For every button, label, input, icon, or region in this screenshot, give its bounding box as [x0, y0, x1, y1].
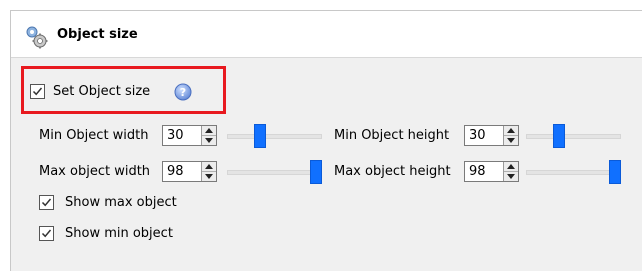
max-height-label: Max object height [334, 164, 451, 179]
up-arrow-icon [507, 128, 515, 133]
increment-button[interactable] [202, 126, 216, 136]
set-object-size-label: Set Object size [53, 84, 151, 99]
show-min-object-label: Show min object [65, 226, 173, 241]
min-height-label: Min Object height [334, 128, 450, 143]
slider-thumb[interactable] [310, 160, 322, 184]
decrement-button[interactable] [202, 136, 216, 145]
spin-buttons [201, 162, 216, 181]
panel-header: Object size [11, 11, 642, 58]
spin-buttons [503, 162, 518, 181]
spin-buttons [201, 126, 216, 145]
check-icon [41, 229, 52, 238]
set-object-size-checkbox[interactable] [30, 84, 45, 99]
check-icon [32, 87, 43, 96]
show-max-object-label: Show max object [65, 195, 177, 210]
max-height-spinbox[interactable]: 98 [464, 161, 519, 182]
min-width-slider[interactable] [227, 124, 322, 148]
down-arrow-icon [205, 138, 213, 143]
down-arrow-icon [507, 138, 515, 143]
show-min-object-checkbox[interactable] [39, 226, 54, 241]
min-height-slider[interactable] [526, 124, 621, 148]
max-width-spinbox[interactable]: 98 [162, 161, 217, 182]
help-icon[interactable]: ? [174, 83, 192, 101]
min-height-value: 30 [469, 128, 486, 143]
increment-button[interactable] [504, 162, 518, 172]
max-width-value: 98 [167, 164, 184, 179]
max-width-slider[interactable] [227, 160, 322, 184]
increment-button[interactable] [504, 126, 518, 136]
slider-thumb[interactable] [254, 124, 266, 148]
check-icon [41, 198, 52, 207]
down-arrow-icon [205, 174, 213, 179]
up-arrow-icon [205, 164, 213, 169]
svg-text:?: ? [180, 86, 186, 99]
slider-track [227, 134, 322, 139]
increment-button[interactable] [202, 162, 216, 172]
slider-track [526, 170, 621, 175]
gear-icon [26, 26, 48, 49]
min-height-spinbox[interactable]: 30 [464, 125, 519, 146]
slider-track [227, 170, 322, 175]
spin-buttons [503, 126, 518, 145]
slider-thumb[interactable] [609, 160, 621, 184]
max-height-value: 98 [469, 164, 486, 179]
up-arrow-icon [507, 164, 515, 169]
slider-track [526, 134, 621, 139]
decrement-button[interactable] [504, 172, 518, 181]
max-width-label: Max object width [39, 164, 151, 179]
min-width-spinbox[interactable]: 30 [162, 125, 217, 146]
panel-title: Object size [57, 27, 138, 42]
object-size-panel: Object size Set Object size ? Min Object… [10, 10, 642, 271]
max-height-slider[interactable] [526, 160, 621, 184]
decrement-button[interactable] [504, 136, 518, 145]
up-arrow-icon [205, 128, 213, 133]
slider-thumb[interactable] [553, 124, 565, 148]
down-arrow-icon [507, 174, 515, 179]
min-width-value: 30 [167, 128, 184, 143]
show-max-object-checkbox[interactable] [39, 195, 54, 210]
decrement-button[interactable] [202, 172, 216, 181]
min-width-label: Min Object width [39, 128, 149, 143]
